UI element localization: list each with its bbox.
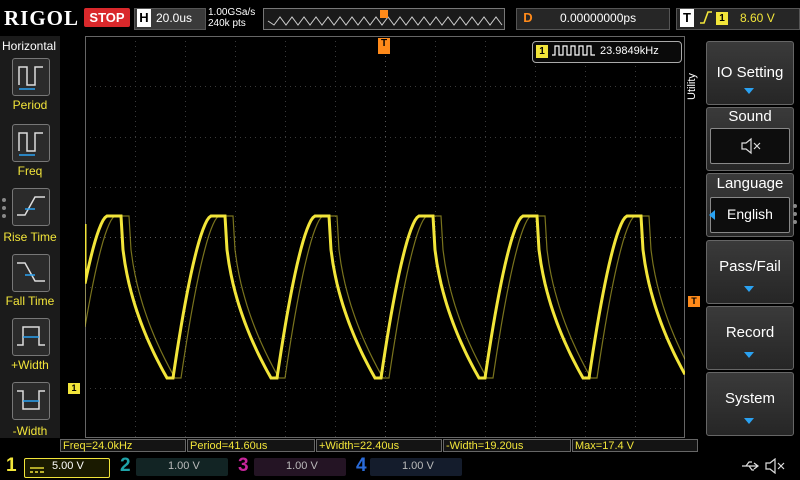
measurement-neg-width[interactable]: -Width=19.20us bbox=[443, 439, 571, 452]
memory-depth: 240k pts bbox=[208, 18, 246, 29]
freq-label: Freq bbox=[17, 164, 43, 178]
chevron-down-icon bbox=[744, 286, 754, 292]
memory-overview-bar[interactable] bbox=[263, 8, 505, 30]
trigger-position-marker[interactable]: T bbox=[378, 38, 390, 54]
ch4-number[interactable]: 4 bbox=[356, 455, 367, 477]
square-wave-icon bbox=[552, 44, 596, 63]
chevron-down-icon bbox=[744, 352, 754, 358]
ch1-ground-marker[interactable]: 1 bbox=[68, 383, 80, 394]
trigger-level: 8.60 V bbox=[740, 11, 775, 25]
usb-icon bbox=[740, 458, 760, 479]
utility-menu-label: Utility bbox=[686, 73, 698, 100]
measurement-freq[interactable]: Freq=24.0kHz bbox=[60, 439, 186, 452]
neg-width-icon bbox=[17, 390, 45, 410]
neg-width-label: -Width bbox=[12, 424, 48, 438]
trigger-level-marker[interactable]: T bbox=[688, 296, 700, 307]
pos-width-label: +Width bbox=[11, 358, 49, 372]
system-label: System bbox=[724, 390, 775, 407]
freq-icon bbox=[18, 132, 43, 156]
delay-key: D bbox=[523, 10, 533, 25]
rise-time-icon bbox=[17, 196, 45, 216]
brand-logo: RIGOL bbox=[4, 6, 80, 30]
rising-edge-icon bbox=[699, 9, 713, 30]
io-setting-label: IO Setting bbox=[716, 64, 784, 81]
period-button[interactable] bbox=[12, 58, 50, 96]
speaker-muted-icon bbox=[741, 137, 761, 155]
memory-waveform-icon bbox=[267, 10, 503, 26]
speaker-muted-icon bbox=[764, 457, 788, 479]
chevron-down-icon bbox=[744, 418, 754, 424]
ch2-scale: 1.00 V bbox=[168, 460, 200, 472]
ch3-scale: 1.00 V bbox=[286, 460, 318, 472]
fall-time-icon bbox=[17, 262, 45, 282]
language-value: English bbox=[727, 206, 773, 222]
left-menu-title: Horizontal bbox=[2, 39, 57, 53]
chevron-down-icon bbox=[744, 88, 754, 94]
delay-value: 0.00000000ps bbox=[560, 11, 637, 25]
pos-width-button[interactable] bbox=[12, 318, 50, 356]
freq-counter-value: 23.9849kHz bbox=[600, 45, 659, 57]
waveform-display[interactable] bbox=[85, 36, 685, 438]
period-label: Period bbox=[12, 98, 48, 112]
ch1-number[interactable]: 1 bbox=[6, 455, 17, 477]
freq-button[interactable] bbox=[12, 124, 50, 162]
pass-fail-label: Pass/Fail bbox=[719, 258, 781, 275]
freq-counter-channel: 1 bbox=[536, 45, 548, 58]
dc-coupling-icon bbox=[30, 462, 44, 480]
sound-label: Sound bbox=[728, 108, 772, 125]
neg-width-button[interactable] bbox=[12, 382, 50, 420]
ch2-number[interactable]: 2 bbox=[120, 455, 131, 477]
measurement-max[interactable]: Max=17.4 V bbox=[572, 439, 698, 452]
run-stop-indicator[interactable]: STOP bbox=[84, 8, 130, 27]
rise-time-label: Rise Time bbox=[3, 230, 57, 244]
timebase-value: 20.0us bbox=[156, 11, 193, 25]
measurement-pos-width[interactable]: +Width=22.40us bbox=[316, 439, 442, 452]
ch3-number[interactable]: 3 bbox=[238, 455, 249, 477]
period-icon bbox=[18, 66, 43, 90]
trigger-source: 1 bbox=[716, 12, 728, 25]
language-label: Language bbox=[716, 175, 784, 192]
fall-time-label: Fall Time bbox=[5, 294, 55, 308]
record-label: Record bbox=[725, 324, 775, 341]
rise-time-button[interactable] bbox=[12, 188, 50, 226]
ch4-scale: 1.00 V bbox=[402, 460, 434, 472]
horizontal-key: H bbox=[137, 9, 151, 27]
left-menu-page-dots bbox=[2, 198, 7, 222]
right-menu-page-dots bbox=[793, 204, 798, 228]
trigger-key: T bbox=[680, 9, 694, 27]
fall-time-button[interactable] bbox=[12, 254, 50, 292]
pos-width-icon bbox=[17, 326, 45, 346]
ch1-scale: 5.00 V bbox=[52, 460, 84, 472]
sound-value-box bbox=[710, 128, 790, 164]
trigger-box[interactable] bbox=[676, 8, 800, 30]
measurement-period[interactable]: Period=41.60us bbox=[187, 439, 315, 452]
sample-rate: 1.00GSa/s bbox=[208, 7, 256, 18]
